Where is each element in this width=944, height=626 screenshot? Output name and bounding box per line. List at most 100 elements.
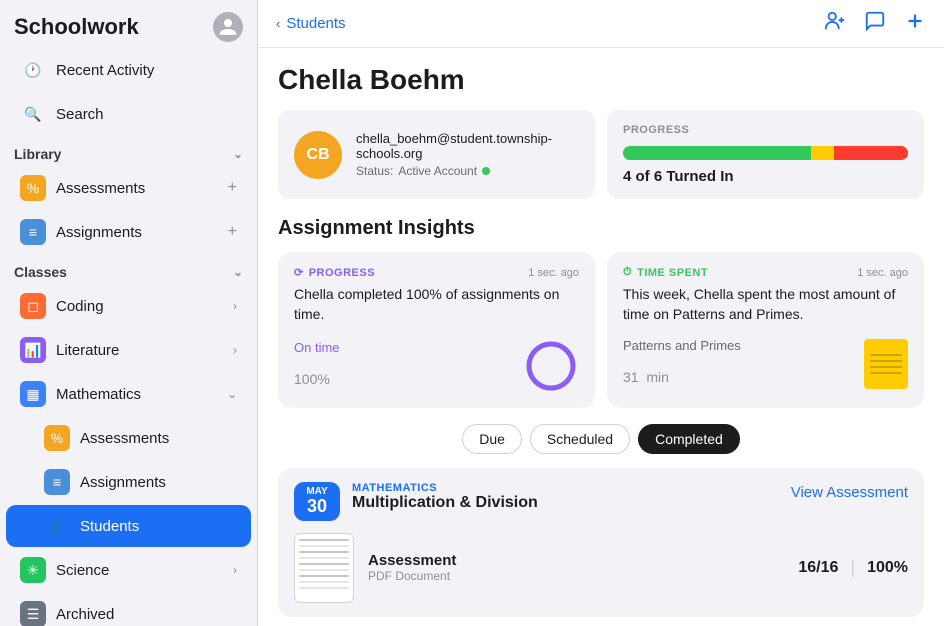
- progress-bar: [623, 146, 908, 160]
- sidebar-item-search[interactable]: 🔍 Search: [6, 93, 251, 135]
- coding-icon: ◻: [20, 293, 46, 319]
- active-status-dot: [482, 167, 490, 175]
- detail-scores: 16/16 | 100%: [798, 557, 908, 578]
- sidebar-label-coding: Coding: [56, 298, 223, 315]
- back-button[interactable]: ‹ Students: [276, 15, 346, 32]
- assignment-detail: Assessment PDF Document 16/16 | 100%: [294, 533, 908, 603]
- notes-line-2: [870, 360, 902, 362]
- search-icon: 🔍: [20, 101, 46, 127]
- on-time-label: On time: [294, 340, 340, 355]
- on-time-value: 100%: [294, 355, 340, 392]
- filter-scheduled-button[interactable]: Scheduled: [530, 424, 630, 454]
- sidebar-item-coding[interactable]: ◻ Coding ›: [6, 285, 251, 327]
- user-avatar[interactable]: [213, 12, 243, 42]
- time-tag-label: TIME SPENT: [637, 267, 708, 279]
- sidebar-header: Schoolwork: [0, 0, 257, 48]
- assignment-name: Multiplication & Division: [352, 494, 538, 512]
- app-title: Schoolwork: [14, 14, 139, 40]
- literature-icon: 📊: [20, 337, 46, 363]
- sidebar-item-recent-activity[interactable]: 🕐 Recent Activity: [6, 49, 251, 91]
- time-description: This week, Chella spent the most amount …: [623, 285, 908, 324]
- detail-sub: PDF Document: [368, 569, 784, 583]
- sidebar-item-assignments[interactable]: ≡ Assignments +: [6, 211, 251, 253]
- assign-icon: ≡: [20, 219, 46, 245]
- sidebar-label-math-students: Students: [80, 518, 237, 535]
- topbar: ‹ Students: [258, 0, 944, 48]
- info-row: CB chella_boehm@student.township-schools…: [278, 110, 924, 199]
- students-icon: 👤: [44, 513, 70, 539]
- progress-tag: ⟳ PROGRESS: [294, 266, 375, 279]
- sidebar-item-archived[interactable]: ☰ Archived: [6, 593, 251, 626]
- math-assess-icon: %: [44, 425, 70, 451]
- add-assignment-button[interactable]: +: [228, 223, 237, 241]
- sidebar-item-assessments[interactable]: % Assessments +: [6, 167, 251, 209]
- sidebar-label-math-assignments: Assignments: [80, 474, 237, 491]
- profile-card: CB chella_boehm@student.township-schools…: [278, 110, 595, 199]
- sidebar-label-search: Search: [56, 106, 237, 123]
- back-label: Students: [286, 15, 345, 32]
- progress-donut-chart: [523, 338, 579, 394]
- filter-row: Due Scheduled Completed: [278, 424, 924, 454]
- document-thumbnail: [294, 533, 354, 603]
- progress-red: [834, 146, 908, 160]
- science-chevron-icon: ›: [233, 563, 237, 577]
- library-section-header[interactable]: Library ⌄: [0, 136, 257, 166]
- sidebar-label-archived: Archived: [56, 606, 237, 623]
- status-value: Active Account: [398, 164, 477, 178]
- progress-tag-label: PROGRESS: [309, 267, 375, 279]
- clock-icon: 🕐: [20, 57, 46, 83]
- progress-card: PROGRESS 4 of 6 Turned In: [607, 110, 924, 199]
- sidebar-label-literature: Literature: [56, 342, 223, 359]
- archived-icon: ☰: [20, 601, 46, 626]
- progress-label: PROGRESS: [623, 124, 908, 136]
- sidebar-item-math-students[interactable]: 👤 Students: [6, 505, 251, 547]
- filter-completed-button[interactable]: Completed: [638, 424, 740, 454]
- message-button[interactable]: [864, 10, 886, 37]
- score-value: 16/16: [798, 559, 838, 577]
- on-time-group: On time 100%: [294, 340, 340, 392]
- turned-in: 4 of 6 Turned In: [623, 168, 908, 185]
- assignment-item: MAY 30 MATHEMATICS Multiplication & Divi…: [278, 468, 924, 617]
- time-detail-group: Patterns and Primes 31 min: [623, 338, 741, 389]
- page-title: Chella Boehm: [278, 64, 924, 96]
- math-chevron-icon: ⌄: [227, 387, 237, 401]
- student-email: chella_boehm@student.township-schools.or…: [356, 131, 579, 161]
- sidebar-item-math-assessments[interactable]: % Assessments: [6, 417, 251, 459]
- time-tag: ⏱ TIME SPENT: [623, 266, 708, 279]
- sidebar-item-science[interactable]: ✳ Science ›: [6, 549, 251, 591]
- sidebar-item-literature[interactable]: 📊 Literature ›: [6, 329, 251, 371]
- score-pct: 100%: [867, 559, 908, 577]
- assignment-header: MAY 30 MATHEMATICS Multiplication & Divi…: [294, 482, 908, 521]
- filter-due-button[interactable]: Due: [462, 424, 522, 454]
- profile-status: Status: Active Account: [356, 164, 579, 178]
- add-button[interactable]: [904, 10, 926, 37]
- assignment-subject: MATHEMATICS: [352, 482, 538, 494]
- sidebar-item-mathematics[interactable]: ▦ Mathematics ⌄: [6, 373, 251, 415]
- time-insight-card: ⏱ TIME SPENT 1 sec. ago This week, Chell…: [607, 252, 924, 408]
- progress-description: Chella completed 100% of assignments on …: [294, 285, 579, 324]
- sidebar-label-science: Science: [56, 562, 223, 579]
- add-student-button[interactable]: [824, 10, 846, 37]
- date-day: 30: [302, 497, 332, 517]
- sidebar-label-math-assessments: Assessments: [80, 430, 237, 447]
- view-assessment-button[interactable]: View Assessment: [791, 482, 908, 503]
- score-divider: |: [850, 557, 855, 578]
- insights-cards: ⟳ PROGRESS 1 sec. ago Chella completed 1…: [278, 252, 924, 408]
- add-assessment-button[interactable]: +: [228, 179, 237, 197]
- classes-section-header[interactable]: Classes ⌄: [0, 254, 257, 284]
- time-item-value: 31 min: [623, 357, 741, 389]
- sidebar-label-assignments: Assignments: [56, 224, 218, 241]
- page-content: Chella Boehm CB chella_boehm@student.tow…: [258, 48, 944, 626]
- assess-icon: %: [20, 175, 46, 201]
- classes-chevron-icon: ⌄: [233, 265, 243, 279]
- classes-label: Classes: [14, 264, 67, 280]
- math-icon: ▦: [20, 381, 46, 407]
- literature-chevron-icon: ›: [233, 343, 237, 357]
- time-item-label: Patterns and Primes: [623, 338, 741, 353]
- time-ago: 1 sec. ago: [857, 267, 908, 279]
- sidebar-label-mathematics: Mathematics: [56, 386, 217, 403]
- sidebar-item-math-assignments[interactable]: ≡ Assignments: [6, 461, 251, 503]
- notes-icon: [864, 339, 908, 389]
- notes-line-4: [870, 372, 902, 374]
- progress-tag-icon: ⟳: [294, 266, 304, 279]
